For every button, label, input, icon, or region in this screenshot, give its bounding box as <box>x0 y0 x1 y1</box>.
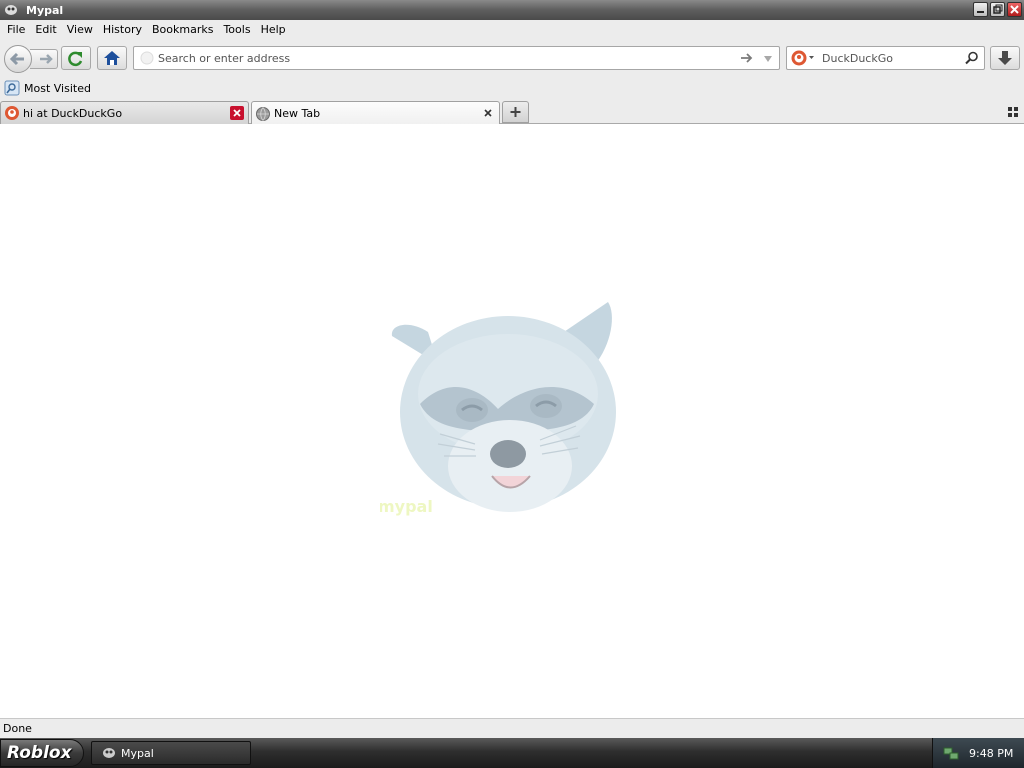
tab-close-icon[interactable] <box>230 106 244 120</box>
duckduckgo-favicon-icon <box>5 106 19 120</box>
taskbar-item-label: Mypal <box>121 746 154 760</box>
network-icon[interactable] <box>943 745 959 761</box>
close-window-button[interactable] <box>1007 2 1022 17</box>
mypal-logo-text: mypal <box>380 497 433 516</box>
title-bar: Mypal <box>0 0 1024 20</box>
download-arrow-icon <box>998 51 1012 65</box>
home-icon <box>104 51 120 65</box>
back-button[interactable] <box>4 45 32 73</box>
bookmarks-toolbar: Most Visited <box>0 76 1024 100</box>
forward-arrow-icon <box>40 54 53 64</box>
plus-icon <box>510 107 521 117</box>
go-arrow-icon[interactable] <box>740 51 754 65</box>
restore-button[interactable] <box>990 2 1005 17</box>
forward-button[interactable] <box>30 49 58 69</box>
address-bar[interactable] <box>133 46 780 70</box>
menu-view[interactable]: View <box>62 20 98 40</box>
minimize-button[interactable] <box>973 2 988 17</box>
reload-icon <box>68 51 83 67</box>
url-input[interactable] <box>158 50 738 66</box>
system-tray: 9:48 PM <box>932 738 1024 768</box>
bookmark-most-visited[interactable]: Most Visited <box>4 80 91 96</box>
most-visited-label: Most Visited <box>24 81 91 95</box>
minimize-icon <box>977 11 984 13</box>
search-engine-name: DuckDuckGo <box>822 52 893 65</box>
page-content: mypal <box>0 124 1024 718</box>
globe-favicon-icon <box>256 106 270 121</box>
back-arrow-icon <box>9 52 24 66</box>
tab-duckduckgo[interactable]: hi at DuckDuckGo <box>0 101 249 124</box>
status-bar: Done <box>0 718 1024 738</box>
raccoon-logo: mypal <box>380 302 616 516</box>
menu-bar: File Edit View History Bookmarks Tools H… <box>0 20 1024 40</box>
menu-edit[interactable]: Edit <box>30 20 61 40</box>
duckduckgo-engine-icon[interactable] <box>790 49 816 67</box>
menu-file[interactable]: File <box>2 20 30 40</box>
tab-new-tab[interactable]: New Tab <box>251 101 500 125</box>
window-title: Mypal <box>26 3 64 17</box>
search-bar[interactable]: DuckDuckGo <box>786 46 985 70</box>
menu-help[interactable]: Help <box>256 20 291 40</box>
menu-tools[interactable]: Tools <box>218 20 255 40</box>
downloads-button[interactable] <box>990 46 1020 70</box>
menu-bookmarks[interactable]: Bookmarks <box>147 20 218 40</box>
mypal-app-icon <box>103 748 115 758</box>
tab-label: New Tab <box>274 107 321 120</box>
restore-icon <box>993 4 1003 14</box>
taskbar: Roblox Mypal 9:48 PM <box>0 738 1024 768</box>
status-text: Done <box>3 722 32 735</box>
menu-history[interactable]: History <box>98 20 147 40</box>
home-button[interactable] <box>97 46 127 70</box>
reload-button[interactable] <box>61 46 91 70</box>
taskbar-item-mypal[interactable]: Mypal <box>91 741 251 765</box>
close-icon <box>1010 5 1019 14</box>
search-icon[interactable] <box>965 51 979 65</box>
tab-strip: hi at DuckDuckGo New Tab <box>0 100 1024 125</box>
site-identity-icon <box>140 51 154 65</box>
new-tab-button[interactable] <box>502 101 529 123</box>
tab-close-icon[interactable] <box>481 106 495 120</box>
mypal-app-icon <box>5 5 17 15</box>
clock[interactable]: 9:48 PM <box>969 747 1013 760</box>
tab-label: hi at DuckDuckGo <box>23 106 123 120</box>
navigation-toolbar: DuckDuckGo <box>0 40 1024 76</box>
history-dropdown-icon[interactable] <box>762 53 774 65</box>
list-all-tabs-icon[interactable] <box>1008 107 1018 117</box>
start-button[interactable]: Roblox <box>0 739 84 767</box>
most-visited-folder-icon <box>4 80 20 96</box>
